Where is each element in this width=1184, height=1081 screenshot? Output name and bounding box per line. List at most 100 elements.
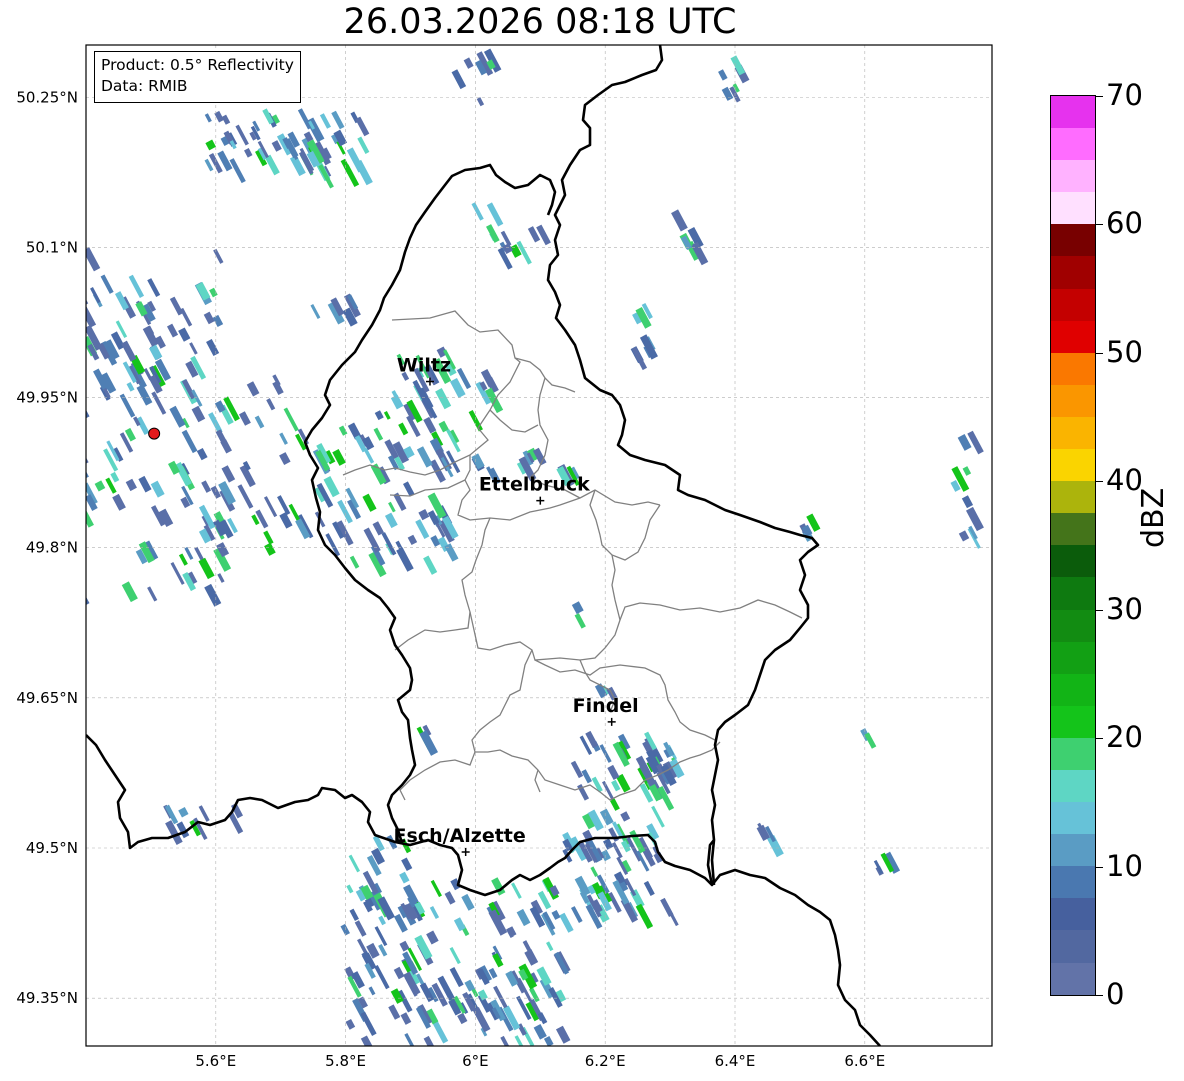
colorbar-segment <box>1051 320 1095 353</box>
radar-echoes <box>75 48 984 1046</box>
echo-cell <box>254 415 265 429</box>
echo-cell <box>635 903 654 929</box>
colorbar-tick-label: 60 <box>1106 206 1143 241</box>
echo-cell <box>430 879 442 898</box>
colorbar-tick-label: 30 <box>1106 591 1143 626</box>
canton-boundaries <box>342 310 803 801</box>
echo-cell <box>255 509 269 529</box>
echo-cell <box>543 1036 554 1046</box>
echo-cell <box>181 429 198 454</box>
echo-cell <box>201 480 212 493</box>
echo-cell <box>426 930 439 945</box>
colorbar-segment <box>1051 641 1095 674</box>
echo-cell <box>399 871 410 884</box>
lat-tick-label: 50.1°N <box>26 238 78 256</box>
echo-cell <box>126 381 135 392</box>
echo-cell <box>393 966 405 980</box>
echo-cell <box>435 388 452 410</box>
echo-cell <box>651 805 665 828</box>
colorbar-segment <box>1051 224 1095 257</box>
colorbar-segment <box>1051 128 1095 161</box>
colorbar-tick <box>1096 609 1103 611</box>
echo-cell <box>570 906 583 923</box>
echo-cell <box>283 407 299 432</box>
echo-cell <box>86 407 90 420</box>
echo-cell <box>423 1035 437 1046</box>
echo-cell <box>195 282 211 301</box>
colorbar-segment <box>1051 160 1095 193</box>
echo-cell <box>415 519 430 539</box>
echo-cell <box>86 585 90 606</box>
echo-cell <box>205 139 216 151</box>
echo-cell <box>611 842 623 859</box>
echo-cell <box>599 744 612 763</box>
echo-cell <box>169 405 186 428</box>
echo-cell <box>374 926 388 947</box>
echo-cell <box>449 967 464 988</box>
echo-cell <box>86 294 89 306</box>
echo-cell <box>204 583 222 607</box>
echo-cell <box>178 327 191 342</box>
echo-cell <box>221 465 236 483</box>
echo-cell <box>610 798 620 811</box>
product-label: Product: 0.5° Reflectivity <box>101 56 294 74</box>
radar-map: 5.6°E 5.8°E 6°E 6.2°E 6.4°E 6.6°E 49.35°N 49.5°… <box>16 44 993 1070</box>
echo-cell <box>112 493 126 511</box>
echo-cell <box>590 866 599 878</box>
echo-cell <box>86 305 97 328</box>
echo-cell <box>277 495 291 516</box>
echo-cell <box>362 493 377 512</box>
echo-cell <box>412 379 429 405</box>
echo-cell <box>264 542 276 556</box>
echo-cell <box>620 811 631 822</box>
echo-cell <box>338 425 348 436</box>
echo-cell <box>75 561 84 573</box>
colorbar-segment <box>1051 962 1095 995</box>
echo-cell <box>349 908 359 921</box>
echo-cell <box>407 534 418 546</box>
echo-cell <box>514 1035 525 1046</box>
echo-cell <box>536 966 552 986</box>
lat-tick-label: 49.95°N <box>16 389 78 407</box>
echo-cell <box>147 278 161 298</box>
echo-cell <box>432 1020 449 1044</box>
echo-cell <box>204 113 212 123</box>
colorbar <box>1050 95 1096 996</box>
echo-cell <box>533 1024 547 1040</box>
colorbar-segment <box>1051 192 1095 225</box>
colorbar-segment <box>1051 898 1095 931</box>
echo-cell <box>213 248 224 264</box>
echo-cell <box>631 346 648 371</box>
echo-cell <box>179 307 193 327</box>
colorbar-tick-label: 10 <box>1106 848 1143 883</box>
echo-cell <box>468 409 483 432</box>
colorbar-segment <box>1051 449 1095 482</box>
colorbar-tick <box>1096 995 1103 996</box>
echo-cell <box>423 555 438 575</box>
echo-cell <box>100 274 114 294</box>
echo-cell <box>374 964 390 990</box>
echo-cell <box>244 148 253 158</box>
colorbar-tick <box>1096 481 1103 483</box>
echo-cell <box>400 1012 412 1025</box>
colorbar-unit-label: dBZ <box>1136 487 1171 548</box>
echo-cell <box>238 411 251 426</box>
echo-cell <box>388 501 396 513</box>
echo-cell <box>345 1018 356 1030</box>
echo-cell <box>357 136 370 154</box>
lon-tick-label: 6.4°E <box>715 1052 756 1070</box>
echo-cell <box>471 202 484 221</box>
echo-cell <box>125 478 137 492</box>
echo-cell <box>492 953 504 968</box>
echo-cell <box>368 986 376 996</box>
echo-cell <box>110 471 120 483</box>
echo-cell <box>671 209 688 232</box>
echo-cell <box>570 760 584 779</box>
echo-cell <box>962 466 972 476</box>
colorbar-tick <box>1096 96 1103 97</box>
echo-cell <box>524 949 539 966</box>
echo-cell <box>178 806 189 818</box>
lat-tick-label: 49.8°N <box>26 539 78 557</box>
echo-cell <box>461 893 475 911</box>
colorbar-tick <box>1096 866 1103 868</box>
